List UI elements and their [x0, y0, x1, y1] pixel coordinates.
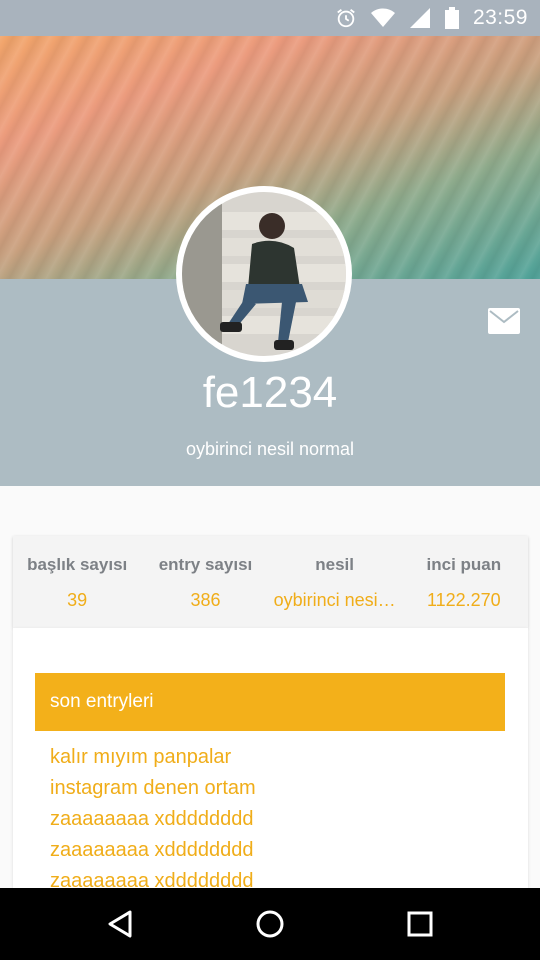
stat-topic-count[interactable]: başlık sayısı 39	[13, 536, 141, 628]
stat-value: 1122.270	[426, 590, 501, 610]
entry-link[interactable]: kalır mıyım panpalar	[50, 742, 500, 773]
mail-icon[interactable]	[488, 308, 520, 334]
stat-label: başlık sayısı	[27, 555, 128, 574]
battery-icon	[444, 7, 459, 29]
user-rank: oybirinci nesil normal	[185, 439, 355, 459]
entry-link[interactable]: zaaaaaaaa xdddddddd	[50, 835, 500, 866]
stat-label: entry sayısı	[158, 555, 253, 574]
entry-link[interactable]: instagram denen ortam	[50, 773, 500, 804]
recent-entries-list[interactable]: kalır mıyım panpalar instagram denen ort…	[50, 742, 500, 888]
stat-label: inci puan	[426, 555, 502, 574]
recent-entries-header: son entryleri	[35, 673, 505, 731]
navigation-bar	[0, 888, 540, 960]
stat-value: oybirinci nesi…	[273, 590, 396, 610]
stat-value: 39	[67, 590, 88, 610]
stat-entry-count[interactable]: entry sayısı 386	[141, 536, 269, 628]
stats-card: başlık sayısı 39 entry sayısı 386 nesil …	[13, 536, 528, 628]
avatar[interactable]	[176, 186, 352, 362]
stat-score[interactable]: inci puan 1122.270	[400, 536, 528, 628]
entry-link[interactable]: zaaaaaaaa xdddddddd	[50, 866, 500, 888]
stat-generation[interactable]: nesil oybirinci nesi…	[270, 536, 400, 628]
back-icon[interactable]	[98, 902, 142, 946]
clock: 23:59	[472, 6, 528, 29]
wifi-icon	[370, 8, 395, 28]
entry-link[interactable]: zaaaaaaaa xdddddddd	[50, 804, 500, 835]
home-icon[interactable]	[248, 902, 292, 946]
username: fe1234	[202, 368, 338, 417]
alarm-icon	[335, 7, 357, 29]
stat-label: nesil	[315, 555, 355, 574]
recents-icon[interactable]	[398, 902, 442, 946]
status-bar: 23:59	[0, 0, 540, 36]
signal-icon	[409, 7, 431, 29]
profile-photo	[182, 192, 346, 356]
stat-value: 386	[190, 590, 221, 610]
